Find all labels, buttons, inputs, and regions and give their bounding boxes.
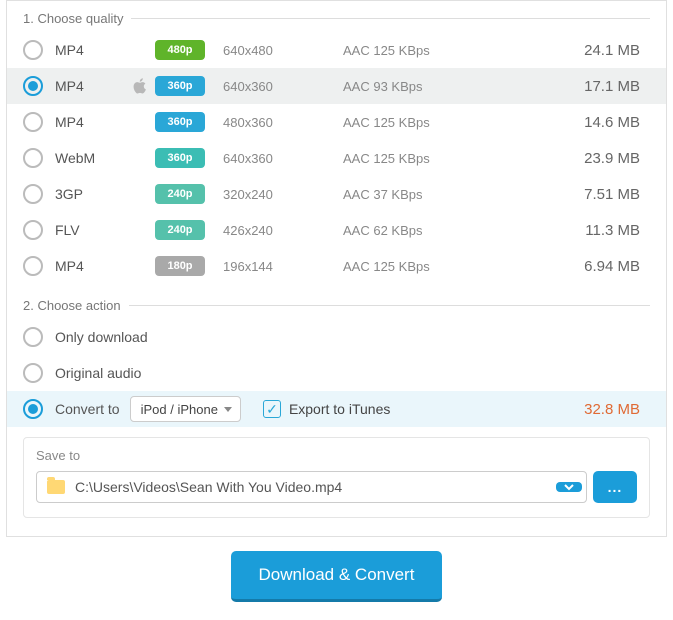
format-label: MP4 — [55, 114, 125, 130]
size-label: 17.1 MB — [493, 78, 650, 95]
format-label: MP4 — [55, 78, 125, 94]
action-original-audio[interactable]: Original audio — [7, 355, 666, 391]
save-path-input[interactable]: C:\Users\Videos\Sean With You Video.mp4 — [36, 471, 587, 503]
action-label: Original audio — [55, 365, 141, 381]
save-to-label: Save to — [36, 448, 637, 463]
size-label: 11.3 MB — [493, 222, 650, 239]
format-label: MP4 — [55, 258, 125, 274]
section-choose-quality: 1. Choose quality — [7, 11, 666, 32]
quality-row[interactable]: 3GP 240p 320x240AAC 37 KBps7.51 MB — [7, 176, 666, 212]
radio-icon — [23, 76, 43, 96]
section-title: 2. Choose action — [23, 298, 121, 313]
quality-badge: 480p — [155, 40, 205, 60]
codec-label: AAC 62 KBps — [343, 223, 493, 238]
quality-badge: 180p — [155, 256, 205, 276]
codec-label: AAC 125 KBps — [343, 259, 493, 274]
save-path-text: C:\Users\Videos\Sean With You Video.mp4 — [75, 479, 556, 495]
action-convert-to[interactable]: Convert to iPod / iPhone ✓ Export to iTu… — [7, 391, 666, 427]
quality-row[interactable]: MP4 480p 640x480AAC 125 KBps24.1 MB — [7, 32, 666, 68]
radio-icon — [23, 399, 43, 419]
result-size: 32.8 MB — [390, 401, 650, 418]
export-itunes-checkbox[interactable]: ✓ — [263, 400, 281, 418]
codec-label: AAC 93 KBps — [343, 79, 493, 94]
format-label: FLV — [55, 222, 125, 238]
radio-icon — [23, 184, 43, 204]
size-label: 6.94 MB — [493, 258, 650, 275]
codec-label: AAC 125 KBps — [343, 151, 493, 166]
quality-row[interactable]: WebM 360p 640x360AAC 125 KBps23.9 MB — [7, 140, 666, 176]
resolution-label: 640x360 — [223, 151, 343, 166]
format-label: 3GP — [55, 186, 125, 202]
codec-label: AAC 37 KBps — [343, 187, 493, 202]
size-label: 23.9 MB — [493, 150, 650, 167]
resolution-label: 196x144 — [223, 259, 343, 274]
resolution-label: 480x360 — [223, 115, 343, 130]
action-only-download[interactable]: Only download — [7, 319, 666, 355]
path-dropdown-button[interactable] — [556, 482, 582, 492]
divider — [131, 18, 650, 19]
resolution-label: 640x360 — [223, 79, 343, 94]
radio-icon — [23, 327, 43, 347]
export-itunes-label: Export to iTunes — [289, 401, 390, 417]
section-title: 1. Choose quality — [23, 11, 123, 26]
apple-icon — [125, 77, 155, 95]
quality-row[interactable]: MP4 180p 196x144AAC 125 KBps6.94 MB — [7, 248, 666, 284]
radio-icon — [23, 220, 43, 240]
browse-label: ... — [608, 479, 623, 495]
divider — [129, 305, 650, 306]
quality-badge: 360p — [155, 112, 205, 132]
resolution-label: 320x240 — [223, 187, 343, 202]
save-to-block: Save to C:\Users\Videos\Sean With You Vi… — [23, 437, 650, 518]
format-label: WebM — [55, 150, 125, 166]
codec-label: AAC 125 KBps — [343, 43, 493, 58]
format-label: MP4 — [55, 42, 125, 58]
quality-badge: 240p — [155, 184, 205, 204]
resolution-label: 640x480 — [223, 43, 343, 58]
radio-icon — [23, 363, 43, 383]
radio-icon — [23, 40, 43, 60]
action-label: Only download — [55, 329, 148, 345]
action-label: Convert to — [55, 401, 120, 417]
browse-button[interactable]: ... — [593, 471, 637, 503]
quality-list[interactable]: MP4480p640x480AAC 125 KBps24.1 MBMP4360p… — [7, 32, 666, 284]
size-label: 7.51 MB — [493, 186, 650, 203]
select-value: iPod / iPhone — [141, 402, 218, 417]
codec-label: AAC 125 KBps — [343, 115, 493, 130]
quality-row[interactable]: MP4 360p 640x360AAC 93 KBps17.1 MB — [7, 68, 666, 104]
quality-badge: 360p — [155, 76, 205, 96]
quality-badge: 240p — [155, 220, 205, 240]
radio-icon — [23, 148, 43, 168]
size-label: 14.6 MB — [493, 114, 650, 131]
convert-target-select[interactable]: iPod / iPhone — [130, 396, 241, 422]
quality-row[interactable]: FLV 240p 426x240AAC 62 KBps11.3 MB — [7, 212, 666, 248]
radio-icon — [23, 112, 43, 132]
main-button-label: Download & Convert — [259, 565, 415, 584]
download-convert-button[interactable]: Download & Convert — [231, 551, 443, 602]
quality-badge: 360p — [155, 148, 205, 168]
folder-icon — [47, 480, 65, 494]
resolution-label: 426x240 — [223, 223, 343, 238]
section-choose-action: 2. Choose action — [7, 298, 666, 319]
quality-row[interactable]: MP4 360p 480x360AAC 125 KBps14.6 MB — [7, 104, 666, 140]
radio-icon — [23, 256, 43, 276]
size-label: 24.1 MB — [493, 42, 650, 59]
